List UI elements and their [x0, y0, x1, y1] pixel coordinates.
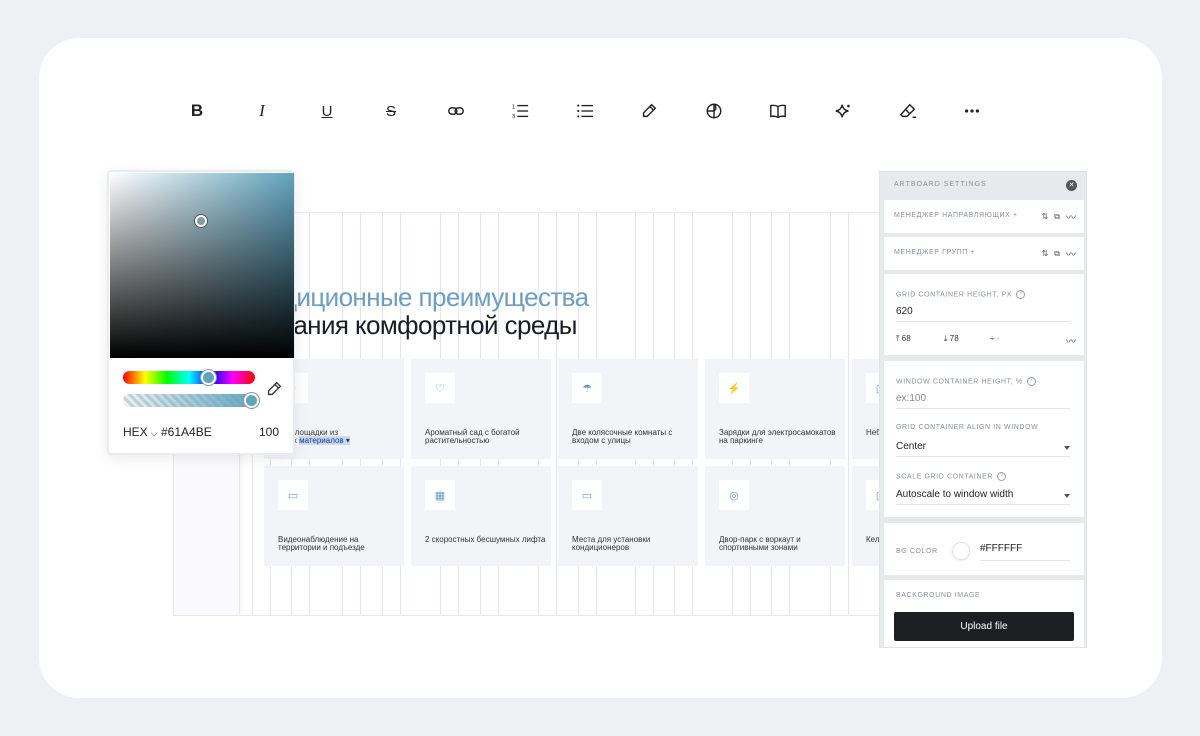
- feature-card[interactable]: ⚡ Зарядки для электросамокатов на паркин…: [705, 359, 845, 459]
- feature-card[interactable]: ◎ Двор-парк с воркаут и спортивными зона…: [705, 466, 845, 566]
- bullet-list-icon[interactable]: [565, 94, 605, 128]
- air-conditioner-icon: ▭: [572, 480, 602, 510]
- color-mode-select[interactable]: HEX ⌵: [123, 425, 158, 439]
- feature-text: Места для установки кондиционеров: [572, 535, 651, 552]
- wave-icon[interactable]: 〰: [1066, 246, 1076, 261]
- align-top-icon: ⤒: [896, 334, 900, 343]
- color-picker-popover: HEX ⌵ #61A4BE 100: [107, 170, 295, 455]
- import-icon[interactable]: ⧉: [1054, 249, 1060, 259]
- window-section: WINDOW CONTAINER HEIGHT, %? ex:100 GRID …: [884, 361, 1084, 517]
- wave-icon[interactable]: 〰: [1066, 333, 1076, 348]
- help-icon[interactable]: ?: [1016, 290, 1025, 299]
- align-bottom-icon: ⤓: [944, 334, 948, 343]
- svg-text:3: 3: [512, 114, 515, 120]
- bg-color-swatch[interactable]: [952, 542, 970, 560]
- wave-icon[interactable]: 〰: [1066, 209, 1076, 224]
- help-icon[interactable]: ?: [1026, 377, 1036, 386]
- chevron-down-icon: ⌵: [150, 428, 158, 438]
- umbrella-icon: ☂: [572, 373, 602, 403]
- alpha-slider-handle[interactable]: [244, 393, 259, 408]
- globe-icon[interactable]: [694, 94, 734, 128]
- color-value-row: HEX ⌵ #61A4BE 100: [123, 425, 285, 441]
- section-heading[interactable]: адиционные преимущества здания комфортно…: [268, 283, 589, 339]
- chevron-down-icon: [1064, 446, 1070, 450]
- feature-card[interactable]: ♡ Ароматный сад с богатой растительность…: [411, 359, 551, 459]
- italic-button[interactable]: I: [242, 94, 282, 128]
- underline-button[interactable]: U: [307, 94, 347, 128]
- feature-card[interactable]: ▦ 2 скоростных бесшумных лифта: [411, 466, 551, 566]
- window-height-input[interactable]: ex:100: [896, 393, 926, 404]
- hue-slider-handle[interactable]: [201, 370, 216, 385]
- import-icon[interactable]: ⧉: [1054, 212, 1060, 222]
- alpha-slider[interactable]: [123, 393, 259, 408]
- close-icon[interactable]: ✕: [1066, 180, 1077, 191]
- sort-icon[interactable]: ⇅: [1042, 249, 1049, 258]
- heart-icon: ♡: [425, 373, 455, 403]
- alpha-input[interactable]: 100: [259, 425, 279, 439]
- align-select[interactable]: Center: [896, 441, 926, 452]
- panel-title: ARTBOARD SETTINGS: [894, 181, 987, 188]
- bg-color-input[interactable]: #FFFFFF: [980, 543, 1022, 554]
- upload-file-button[interactable]: Upload file: [894, 612, 1074, 641]
- feature-text: Зарядки для электросамокатов на паркинге: [719, 428, 836, 445]
- feature-card[interactable]: ▢ Келл шин: [852, 466, 880, 566]
- scooter-icon: ⚡: [719, 373, 749, 403]
- link-icon[interactable]: [436, 94, 476, 128]
- feature-text: Двор-парк с воркаут и спортивными зонами: [719, 535, 801, 552]
- padding-top-field[interactable]: ⤒ 68: [896, 334, 911, 344]
- eyedropper-icon[interactable]: [629, 94, 669, 128]
- grid-height-input[interactable]: 620: [896, 306, 913, 317]
- hex-input[interactable]: #61A4BE: [161, 425, 212, 439]
- numbered-list-icon[interactable]: 13: [500, 94, 540, 128]
- gap-icon: ÷: [990, 334, 995, 343]
- padding-bottom-field[interactable]: ⤓ 78: [944, 334, 959, 344]
- feature-card[interactable]: ▭ Видеонаблюдение на территории и подъез…: [264, 466, 404, 566]
- camera-icon: ▭: [278, 480, 308, 510]
- hue-slider[interactable]: [123, 370, 255, 385]
- feature-card[interactable]: ☂ Две колясочные комнаты с входом с улиц…: [558, 359, 698, 459]
- help-icon[interactable]: ?: [997, 472, 1007, 481]
- guides-manager-row[interactable]: Менеджер направляющих + ⇅ ⧉ 〰: [884, 200, 1084, 233]
- feature-card[interactable]: ▢ Небо кварт: [852, 359, 880, 459]
- feature-card[interactable]: ▭ Места для установки кондиционеров: [558, 466, 698, 566]
- saturation-knob[interactable]: [195, 215, 207, 227]
- bg-image-section: BACKGROUND IMAGE Upload file: [884, 580, 1084, 647]
- chevron-down-icon: [1064, 494, 1070, 498]
- formatting-toolbar: B I U S 13: [177, 94, 997, 128]
- bg-color-section: BG COLOR #FFFFFF: [884, 523, 1084, 575]
- sort-icon[interactable]: ⇅: [1042, 212, 1049, 221]
- eraser-icon[interactable]: [888, 94, 928, 128]
- grid-height-section: GRID CONTAINER HEIGHT, PX? 620 ⤒ 68 ⤓ 78…: [884, 274, 1084, 355]
- strikethrough-button[interactable]: S: [371, 94, 411, 128]
- sparkle-icon[interactable]: [823, 94, 863, 128]
- book-icon[interactable]: [758, 94, 798, 128]
- feature-text: 2 скоростных бесшумных лифта: [425, 535, 546, 544]
- svg-text:1: 1: [512, 104, 515, 110]
- saturation-value-area[interactable]: [110, 173, 294, 358]
- ball-icon: ◎: [719, 480, 749, 510]
- feature-text: Видеонаблюдение на территории и подъезде: [278, 535, 365, 552]
- eyedropper-icon[interactable]: [265, 380, 283, 398]
- scale-select[interactable]: Autoscale to window width: [896, 489, 1013, 500]
- feature-text: Две колясочные комнаты с входом с улицы: [572, 428, 673, 445]
- groups-manager-row[interactable]: Менеджер групп + ⇅ ⧉ 〰: [884, 237, 1084, 270]
- gap-field[interactable]: ÷ -: [990, 334, 999, 343]
- feature-text[interactable]: ые площадки издных материалов ▾: [278, 429, 400, 445]
- more-icon[interactable]: [952, 94, 992, 128]
- feature-text: Ароматный сад с богатой растительностью: [425, 428, 520, 445]
- bold-button[interactable]: B: [177, 94, 217, 128]
- artboard-settings-panel: ARTBOARD SETTINGS ✕ Менеджер направляющи…: [879, 171, 1087, 648]
- elevator-icon: ▦: [425, 480, 455, 510]
